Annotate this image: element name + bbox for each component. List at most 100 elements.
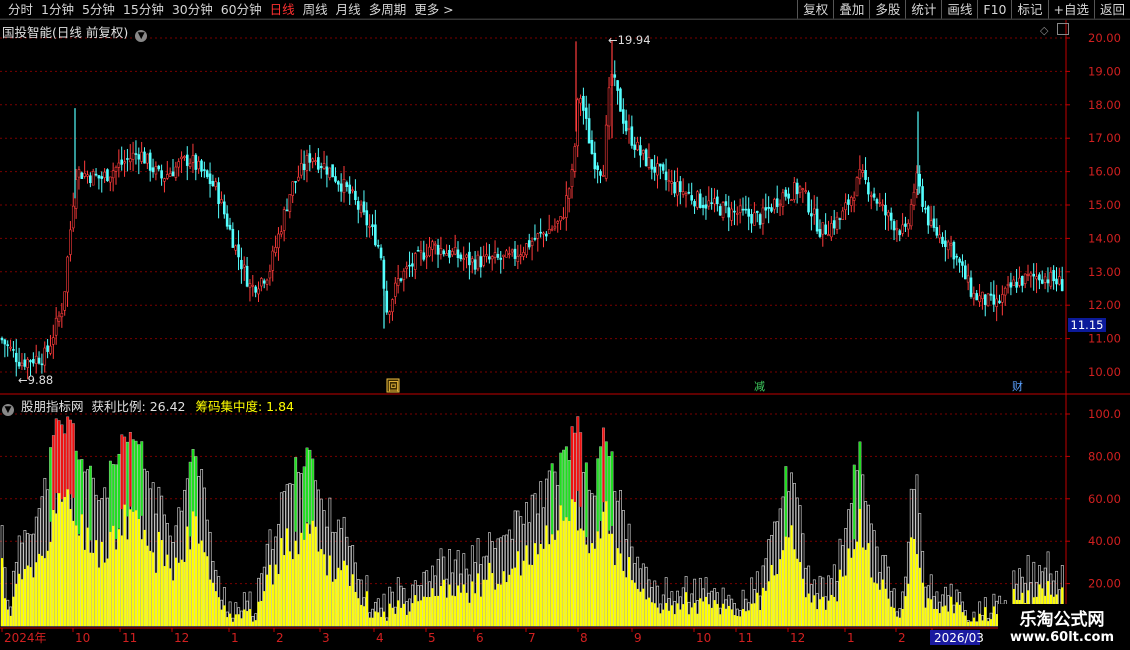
indicator-bar-fill bbox=[180, 559, 183, 626]
indicator-bar-fill bbox=[380, 616, 383, 626]
indicator-bar-fill bbox=[120, 535, 123, 626]
chart-canvas[interactable]: 20.00 19.00 18.00 17.00 16.00 15.00 14.00 13.00… bbox=[0, 0, 1130, 650]
candle-body bbox=[245, 265, 249, 287]
event-marker: 财 bbox=[1012, 379, 1023, 393]
indicator-bar-fill bbox=[362, 606, 366, 626]
indicator-bar-fill bbox=[360, 604, 363, 626]
maximize-icon[interactable] bbox=[1057, 23, 1069, 35]
candle-body bbox=[1046, 279, 1050, 284]
diamond-icon[interactable]: ◇ bbox=[1040, 24, 1048, 37]
candle-body bbox=[718, 206, 722, 216]
candle-body bbox=[693, 201, 696, 207]
indicator-bar-fill bbox=[154, 572, 158, 626]
indicator-bar-fill bbox=[482, 579, 485, 626]
indicator-bar-fill bbox=[844, 575, 847, 626]
candle-body bbox=[419, 250, 423, 253]
candle-body bbox=[89, 175, 92, 184]
indicator-bar-fill bbox=[189, 549, 192, 626]
indicator-bar-top bbox=[63, 433, 66, 498]
candle-body bbox=[365, 210, 369, 226]
candle-body bbox=[849, 196, 853, 206]
candle-body bbox=[1055, 278, 1058, 285]
indicator-bar-fill bbox=[166, 554, 169, 626]
indicator-title[interactable]: 股朋指标网 bbox=[21, 399, 84, 414]
candle-body bbox=[989, 293, 993, 296]
main-panel-title-row: 国投智能(日线 前复权) ▼ bbox=[2, 22, 148, 42]
indicator-bar-fill bbox=[89, 552, 92, 626]
candle-body bbox=[174, 166, 178, 178]
indicator-bar-fill bbox=[291, 559, 294, 626]
indicator-bar-fill bbox=[830, 594, 833, 626]
candle-body bbox=[140, 151, 143, 162]
indicator-bar-fill bbox=[724, 608, 728, 626]
indicator-bar-fill bbox=[553, 539, 557, 626]
indicator-bar-fill bbox=[590, 543, 594, 626]
indicator-bar-fill bbox=[779, 559, 782, 626]
candle-body bbox=[963, 265, 967, 280]
indicator-bar-fill bbox=[687, 614, 691, 626]
date-tick-label: 3 bbox=[322, 631, 330, 645]
candle-body bbox=[431, 241, 434, 250]
candle-body bbox=[584, 107, 588, 119]
candle-body bbox=[587, 118, 591, 144]
candle-body bbox=[405, 266, 409, 269]
candle-body bbox=[741, 208, 745, 211]
indicator-bar-top bbox=[129, 432, 132, 507]
indicator-bar-fill bbox=[685, 592, 688, 626]
candle-body bbox=[744, 208, 748, 211]
indicator-bar-fill bbox=[169, 568, 172, 626]
candle-body bbox=[1001, 294, 1004, 303]
chevron-down-icon[interactable]: ▼ bbox=[2, 404, 14, 416]
indicator-bar-fill bbox=[767, 581, 770, 626]
indicator-bar-fill bbox=[43, 558, 46, 626]
stock-title[interactable]: 国投智能(日线 前复权) bbox=[2, 25, 128, 40]
indicator-bar-top bbox=[294, 457, 297, 532]
date-tick-label: 11 bbox=[738, 631, 753, 645]
indicator-bar-fill bbox=[898, 617, 901, 626]
candle-body bbox=[277, 233, 280, 249]
indicator-bar-fill bbox=[596, 531, 599, 626]
indicator-bar-fill bbox=[157, 531, 160, 626]
chevron-down-icon[interactable]: ▼ bbox=[135, 30, 148, 42]
indicator-bar-fill bbox=[548, 544, 551, 626]
candle-body bbox=[949, 243, 953, 246]
indicator-bar-fill bbox=[237, 614, 240, 626]
candle-body bbox=[981, 291, 984, 300]
indicator-bar-fill bbox=[807, 593, 810, 626]
indicator-bar-fill bbox=[49, 541, 52, 626]
indicator-bar-fill bbox=[186, 526, 189, 626]
candle-body bbox=[1023, 273, 1027, 284]
candle-body bbox=[633, 144, 637, 150]
indicator-bar-fill bbox=[625, 577, 628, 626]
indicator-bar-fill bbox=[847, 548, 850, 626]
candle-body bbox=[1009, 282, 1013, 288]
indicator-bar-top bbox=[565, 446, 568, 518]
candle-body bbox=[562, 217, 565, 219]
candle-body bbox=[488, 256, 491, 260]
candle-body bbox=[1020, 275, 1024, 286]
candle-body bbox=[23, 359, 27, 367]
candle-body bbox=[402, 270, 406, 280]
indicator-bar-fill bbox=[739, 616, 742, 626]
indicator-bar-fill bbox=[582, 530, 585, 626]
indicator-bar-fill bbox=[496, 583, 500, 626]
candle-body bbox=[408, 264, 411, 267]
indicator-bar-fill bbox=[799, 562, 802, 626]
indicator-bar-fill bbox=[451, 595, 454, 626]
indicator-bar-fill bbox=[519, 575, 522, 626]
indicator-bar-fill bbox=[781, 550, 785, 626]
indicator-bar-fill bbox=[425, 597, 428, 626]
candle-body bbox=[348, 184, 352, 194]
indicator-bar-top bbox=[77, 459, 81, 535]
candle-body bbox=[14, 352, 18, 363]
indicator-bar-fill bbox=[340, 570, 343, 626]
candle-body bbox=[393, 282, 397, 297]
indicator-bar-fill bbox=[308, 533, 311, 626]
indicator-bar-fill bbox=[756, 592, 759, 626]
indicator-bar-fill bbox=[565, 517, 568, 626]
candle-body bbox=[314, 160, 317, 162]
indicator-bar-fill bbox=[528, 564, 531, 626]
indicator-bar-fill bbox=[223, 605, 226, 626]
indicator-bar-top bbox=[311, 459, 314, 521]
candle-body bbox=[821, 222, 825, 235]
